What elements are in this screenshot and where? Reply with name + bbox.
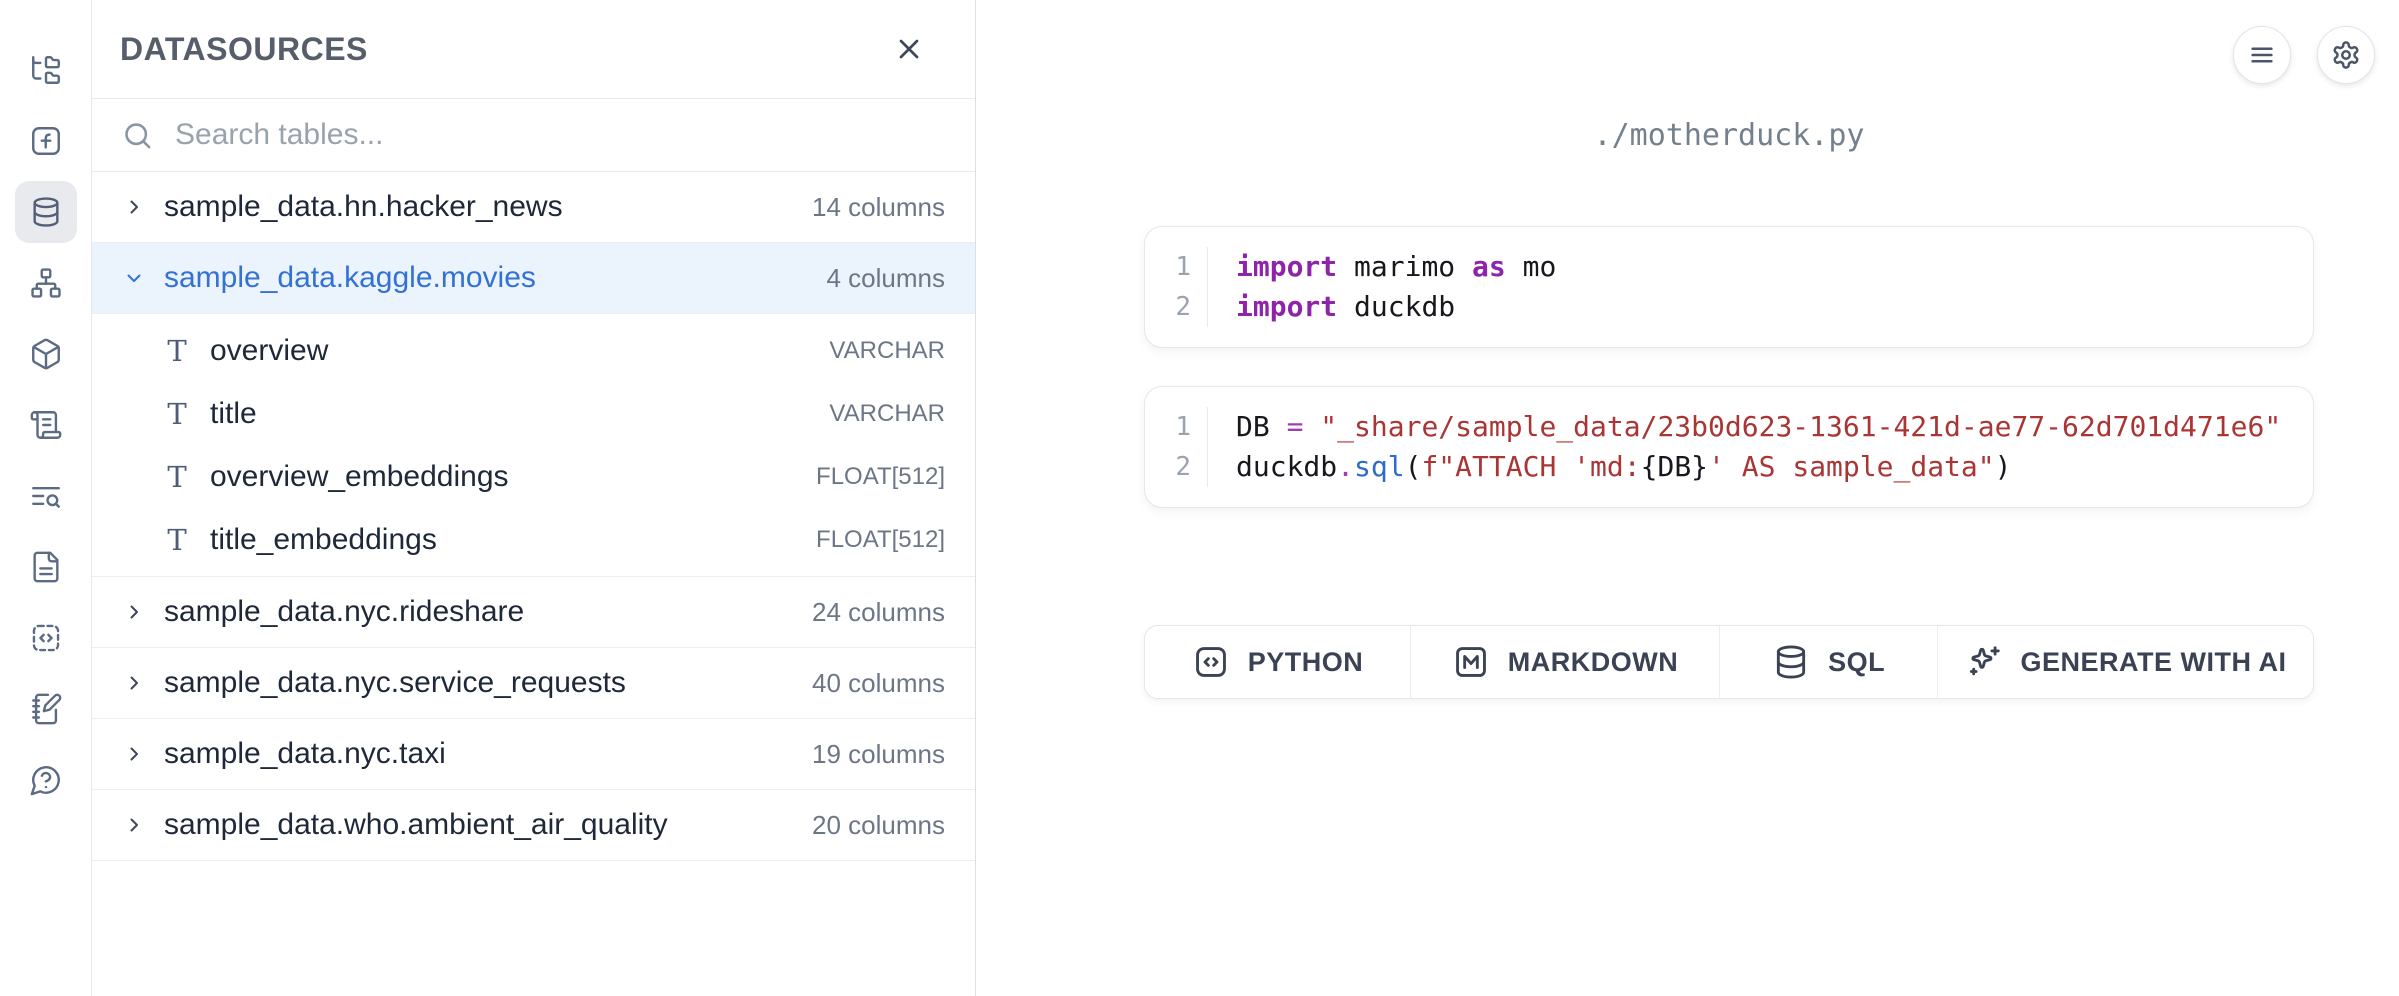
settings-button[interactable]: [2317, 26, 2375, 84]
outline-search-icon[interactable]: [15, 465, 77, 527]
app-window: DATASOURCES sample_data.hn.hacker_news 14…: [0, 0, 2399, 996]
datasources-database-icon[interactable]: [15, 181, 77, 243]
line-numbers: 12: [1145, 247, 1207, 327]
column-type: FLOAT[512]: [816, 463, 945, 491]
panel-title: DATASOURCES: [120, 31, 368, 68]
code-editor[interactable]: import marimo as moimport duckdb: [1207, 247, 2313, 327]
package-box-icon[interactable]: [15, 323, 77, 385]
column-type: VARCHAR: [829, 337, 945, 365]
search-row: [92, 99, 975, 172]
generate-with-ai-label: GENERATE WITH AI: [2021, 647, 2287, 678]
table-name: sample_data.nyc.service_requests: [164, 666, 794, 700]
table-name: sample_data.who.ambient_air_quality: [164, 808, 794, 842]
line-numbers: 12: [1145, 407, 1207, 487]
file-tree-icon[interactable]: [15, 39, 77, 101]
chevron-right-icon: [122, 195, 146, 219]
column-row[interactable]: Ttitle_embeddings FLOAT[512]: [92, 508, 975, 571]
add-python-cell-button[interactable]: PYTHON: [1145, 626, 1411, 698]
code-cell[interactable]: 12DB = "_share/sample_data/23b0d623-1361…: [1144, 386, 2314, 508]
hamburger-menu-icon: [2247, 40, 2277, 70]
column-row[interactable]: Toverview_embeddings FLOAT[512]: [92, 445, 975, 508]
table-row[interactable]: sample_data.who.ambient_air_quality 20 co…: [92, 790, 975, 861]
code-editor[interactable]: DB = "_share/sample_data/23b0d623-1361-4…: [1207, 407, 2313, 487]
sparkles-icon: [1965, 643, 2003, 681]
header-actions: [2233, 26, 2375, 84]
dependency-graph-icon[interactable]: [15, 252, 77, 314]
code-cell[interactable]: 12import marimo as moimport duckdb: [1144, 226, 2314, 348]
code-square-icon: [1192, 643, 1230, 681]
left-icon-rail: [0, 0, 92, 996]
documentation-icon[interactable]: [15, 536, 77, 598]
table-row[interactable]: sample_data.hn.hacker_news 14 columns: [92, 172, 975, 243]
chevron-right-icon: [122, 671, 146, 695]
table-name: sample_data.nyc.taxi: [164, 737, 794, 771]
cells-container: 12import marimo as moimport duckdb12DB =…: [1144, 226, 2314, 546]
chevron-down-icon: [122, 266, 146, 290]
text-type-icon: T: [164, 334, 190, 368]
table-name: sample_data.hn.hacker_news: [164, 190, 794, 224]
notebook-document: ./motherduck.py 12import marimo as moimp…: [1144, 118, 2314, 699]
text-type-icon: T: [164, 460, 190, 494]
text-type-icon: T: [164, 397, 190, 431]
datasources-panel-header: DATASOURCES: [92, 0, 975, 99]
chevron-right-icon: [122, 813, 146, 837]
logs-scroll-icon[interactable]: [15, 394, 77, 456]
add-markdown-cell-button[interactable]: MARKDOWN: [1411, 626, 1720, 698]
column-row[interactable]: Ttitle VARCHAR: [92, 382, 975, 445]
scratchpad-icon[interactable]: [15, 678, 77, 740]
markdown-square-icon: [1452, 643, 1490, 681]
table-column-count: 19 columns: [812, 739, 945, 770]
search-tables-input[interactable]: [173, 117, 945, 153]
table-column-count: 14 columns: [812, 192, 945, 223]
table-column-count: 40 columns: [812, 668, 945, 699]
column-row[interactable]: Toverview VARCHAR: [92, 319, 975, 382]
notebook-menu-button[interactable]: [2233, 26, 2291, 84]
table-row[interactable]: sample_data.nyc.taxi 19 columns: [92, 719, 975, 790]
gear-icon: [2331, 40, 2361, 70]
add-markdown-label: MARKDOWN: [1508, 647, 1678, 678]
column-name: title_embeddings: [210, 523, 796, 557]
help-chat-icon[interactable]: [15, 749, 77, 811]
notebook-main: ./motherduck.py 12import marimo as moimp…: [976, 0, 2399, 996]
table-name: sample_data.kaggle.movies: [164, 261, 809, 295]
function-square-icon[interactable]: [15, 110, 77, 172]
table-row[interactable]: sample_data.nyc.rideshare 24 columns: [92, 577, 975, 648]
close-icon: [893, 33, 925, 65]
add-cell-bar: PYTHON MARKDOWN SQL GENERATE WITH AI: [1144, 625, 2314, 699]
add-python-label: PYTHON: [1248, 647, 1364, 678]
column-type: FLOAT[512]: [816, 526, 945, 554]
table-row[interactable]: sample_data.kaggle.movies 4 columns: [92, 243, 975, 314]
add-sql-cell-button[interactable]: SQL: [1720, 626, 1938, 698]
add-sql-label: SQL: [1828, 647, 1885, 678]
column-type: VARCHAR: [829, 400, 945, 428]
generate-with-ai-button[interactable]: GENERATE WITH AI: [1938, 626, 2313, 698]
table-column-count: 24 columns: [812, 597, 945, 628]
column-name: overview_embeddings: [210, 460, 796, 494]
table-columns-group: Toverview VARCHAR Ttitle VARCHAR Toverview_e…: [92, 314, 975, 577]
search-icon: [122, 120, 153, 151]
table-row[interactable]: sample_data.nyc.service_requests 40 colum…: [92, 648, 975, 719]
notebook-filename: ./motherduck.py: [1144, 118, 2314, 153]
column-name: title: [210, 397, 809, 431]
close-panel-button[interactable]: [887, 27, 931, 71]
chevron-right-icon: [122, 742, 146, 766]
datasources-panel: DATASOURCES sample_data.hn.hacker_news 14…: [92, 0, 976, 996]
snippets-code-icon[interactable]: [15, 607, 77, 669]
column-name: overview: [210, 334, 809, 368]
table-name: sample_data.nyc.rideshare: [164, 595, 794, 629]
text-type-icon: T: [164, 523, 190, 557]
table-column-count: 20 columns: [812, 810, 945, 841]
database-icon: [1772, 643, 1810, 681]
tables-list: sample_data.hn.hacker_news14 columnssamp…: [92, 172, 975, 996]
chevron-right-icon: [122, 600, 146, 624]
table-column-count: 4 columns: [827, 263, 946, 294]
